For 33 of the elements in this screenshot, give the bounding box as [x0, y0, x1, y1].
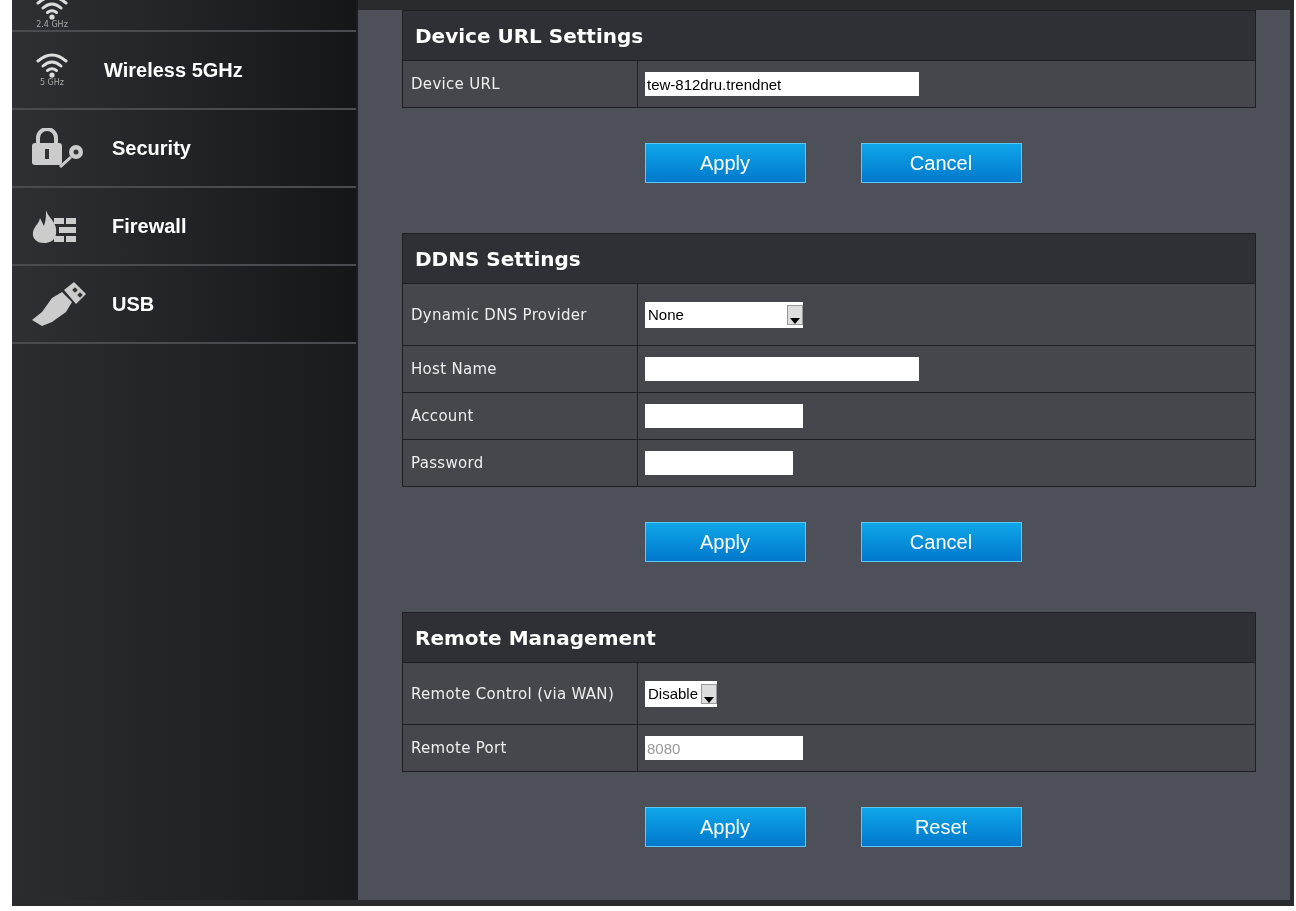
caret-icon: [704, 695, 714, 703]
field-label: Password: [411, 453, 484, 474]
sidebar-item[interactable]: 5 GHz Wireless 5GHz: [12, 32, 356, 110]
section-title: DDNS Settings: [415, 246, 581, 271]
section-title: Remote Management: [415, 625, 656, 650]
text-field[interactable]: [645, 451, 793, 475]
section-title: Device URL Settings: [415, 23, 644, 48]
dropdown[interactable]: Disable: [645, 680, 717, 707]
field-label: Remote Port: [411, 738, 507, 759]
field-label: Device URL: [411, 74, 500, 95]
text-field[interactable]: [645, 357, 919, 381]
text-field[interactable]: [645, 404, 803, 428]
sidebar-item[interactable]: USB: [12, 266, 356, 344]
field-label: Account: [411, 406, 474, 427]
action-button[interactable]: Apply: [644, 143, 806, 183]
sidebar-item[interactable]: 2.4 GHz: [12, 0, 356, 32]
wifi-icon: [35, 52, 69, 78]
text-field[interactable]: tew-812dru.trendnet: [645, 72, 919, 96]
action-button[interactable]: Cancel: [860, 522, 1022, 562]
caret-icon: [790, 316, 800, 324]
sidebar-item[interactable]: Security: [12, 110, 356, 188]
field-label: Remote Control (via WAN): [411, 683, 615, 705]
icon-caption: 5 GHz: [39, 78, 64, 88]
action-button[interactable]: Reset: [860, 807, 1022, 847]
action-button[interactable]: Apply: [644, 522, 806, 562]
field-label: Host Name: [411, 359, 497, 380]
wifi-icon: [35, 0, 69, 20]
sidebar-item[interactable]: Firewall: [12, 188, 356, 266]
field-label: Dynamic DNS Provider: [411, 304, 587, 326]
icon-caption: 2.4 GHz: [36, 20, 68, 30]
action-button[interactable]: Apply: [644, 807, 806, 847]
dropdown[interactable]: None: [645, 301, 803, 328]
action-button[interactable]: Cancel: [860, 143, 1022, 183]
